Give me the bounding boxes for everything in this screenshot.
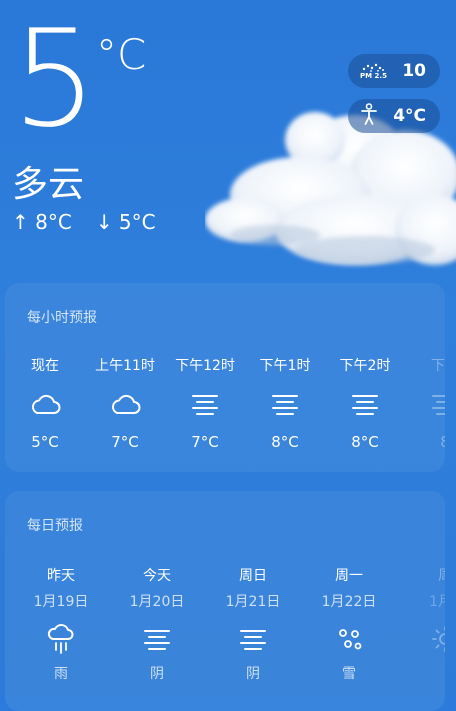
haze-icon	[205, 623, 301, 655]
day-condition: 雨	[54, 666, 68, 682]
day-date: 1月21日	[225, 594, 281, 610]
hourly-forecast-card[interactable]: 每小时预报 现在 5°C 上午11时 7°C 下午12时 7°C 下午1时 8°…	[5, 283, 445, 472]
day-date: 1月20日	[129, 594, 185, 610]
day-name: 周日	[239, 568, 267, 584]
day-date: 1月19日	[33, 594, 89, 610]
hour-temp: 8°C	[271, 433, 299, 451]
hour-temp: 8°C	[351, 433, 379, 451]
haze-icon	[405, 389, 445, 419]
cloud-icon	[85, 389, 165, 419]
pm25-icon: PM 2.5	[360, 62, 387, 80]
hour-time: 下午1时	[259, 358, 311, 374]
hour-time: 现在	[31, 358, 59, 374]
haze-icon	[109, 623, 205, 655]
person-temperature-icon	[360, 103, 378, 129]
daily-item: 今天 1月20日 阴	[109, 565, 205, 683]
day-name: 周一	[335, 568, 363, 584]
hour-temp: 8	[440, 433, 445, 451]
sun-icon	[397, 623, 445, 655]
day-condition: 阴	[246, 666, 260, 682]
rain-icon	[13, 623, 109, 655]
haze-icon	[325, 389, 405, 419]
hourly-item: 下午2时 8°C	[325, 355, 405, 451]
hour-time: 下午	[431, 358, 445, 374]
hourly-item: 现在 5°C	[5, 355, 85, 451]
temperature-unit: °C	[96, 30, 147, 79]
low-temp: ↓ 5°C	[95, 210, 156, 234]
high-temp: ↑ 8°C	[12, 210, 72, 234]
day-condition: 雪	[342, 666, 356, 682]
daily-item: 周日 1月21日 阴	[205, 565, 301, 683]
aqi-label: PM 2.5	[360, 72, 387, 80]
haze-icon	[245, 389, 325, 419]
hourly-item: 上午11时 7°C	[85, 355, 165, 451]
daily-item: 昨天 1月19日 雨	[13, 565, 109, 683]
hour-time: 上午11时	[95, 358, 155, 374]
day-date: 1月22日	[321, 594, 377, 610]
day-name: 今天	[143, 568, 171, 584]
high-low-temps: ↑ 8°C ↓ 5°C	[12, 210, 156, 234]
day-date: 1月2	[429, 594, 445, 610]
current-condition: 多云	[12, 164, 85, 205]
daily-forecast-title: 每日预报	[27, 518, 83, 534]
day-name: 昨天	[47, 568, 75, 584]
aqi-badge[interactable]: PM 2.5 10	[348, 54, 440, 88]
hour-temp: 7°C	[191, 433, 219, 451]
current-temperature: 5	[12, 1, 97, 157]
aqi-value: 10	[402, 61, 426, 81]
haze-icon	[165, 389, 245, 419]
hour-temp: 7°C	[111, 433, 139, 451]
daily-item: 周一 1月22日 雪	[301, 565, 397, 683]
day-condition: 阴	[150, 666, 164, 682]
daily-forecast-card[interactable]: 每日预报 昨天 1月19日 雨 今天 1月20日 阴 周日 1月21日 阴 周一…	[5, 491, 445, 711]
hourly-forecast-title: 每小时预报	[27, 310, 97, 326]
hour-time: 下午2时	[339, 358, 391, 374]
hourly-item: 下午 8	[405, 355, 445, 451]
hourly-item: 下午12时 7°C	[165, 355, 245, 451]
hourly-item: 下午1时 8°C	[245, 355, 325, 451]
hour-temp: 5°C	[31, 433, 59, 451]
hour-time: 下午12时	[175, 358, 235, 374]
feels-like-value: 4°C	[393, 106, 426, 126]
cloud-icon	[5, 389, 85, 419]
daily-item: 周 1月2	[397, 565, 445, 663]
feels-like-badge[interactable]: 4°C	[348, 99, 440, 133]
day-name: 周	[397, 565, 445, 585]
snow-icon	[301, 623, 397, 655]
